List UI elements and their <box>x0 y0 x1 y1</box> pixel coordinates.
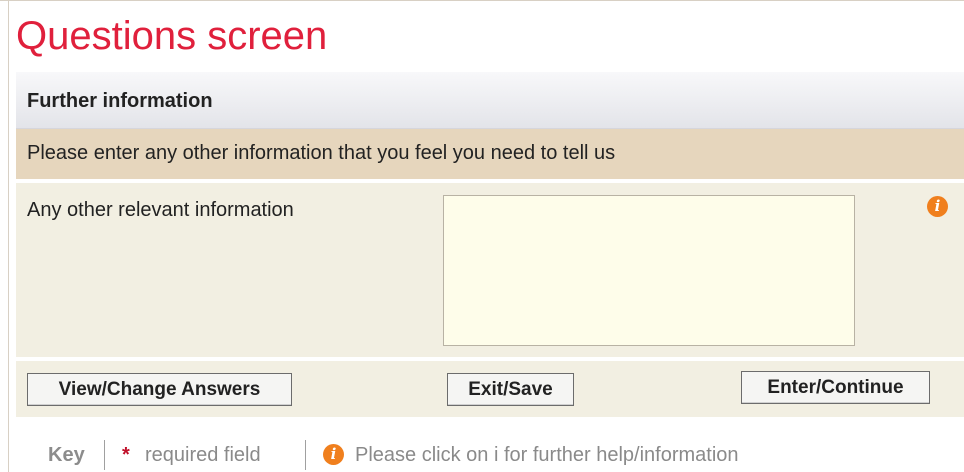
key-help-text: Please click on i for further help/infor… <box>355 444 739 466</box>
question-row-other-information: Any other relevant information i <box>16 183 964 357</box>
section-header: Further information <box>16 72 964 129</box>
key-separator <box>104 440 105 470</box>
instruction-bar: Please enter any other information that … <box>16 129 964 179</box>
instruction-text: Please enter any other information that … <box>27 142 616 164</box>
page-title: Questions screen <box>16 14 328 58</box>
key-separator <box>305 440 306 470</box>
info-icon: i <box>323 444 344 465</box>
key-label: Key <box>48 444 85 466</box>
view-change-answers-button[interactable]: View/Change Answers <box>27 373 292 406</box>
question-label: Any other relevant information <box>27 199 294 221</box>
enter-continue-button[interactable]: Enter/Continue <box>741 371 930 404</box>
info-icon[interactable]: i <box>927 196 948 217</box>
button-row: View/Change Answers Exit/Save Enter/Cont… <box>16 361 964 417</box>
other-information-textarea[interactable] <box>443 195 855 346</box>
page-border-top <box>0 0 964 1</box>
exit-save-button[interactable]: Exit/Save <box>447 373 574 406</box>
questions-page: Questions screen Further information Ple… <box>0 0 964 472</box>
page-border-left <box>8 0 9 472</box>
required-star-icon: * <box>122 444 130 466</box>
section-header-title: Further information <box>27 90 213 112</box>
key-required-text: required field <box>145 444 261 466</box>
